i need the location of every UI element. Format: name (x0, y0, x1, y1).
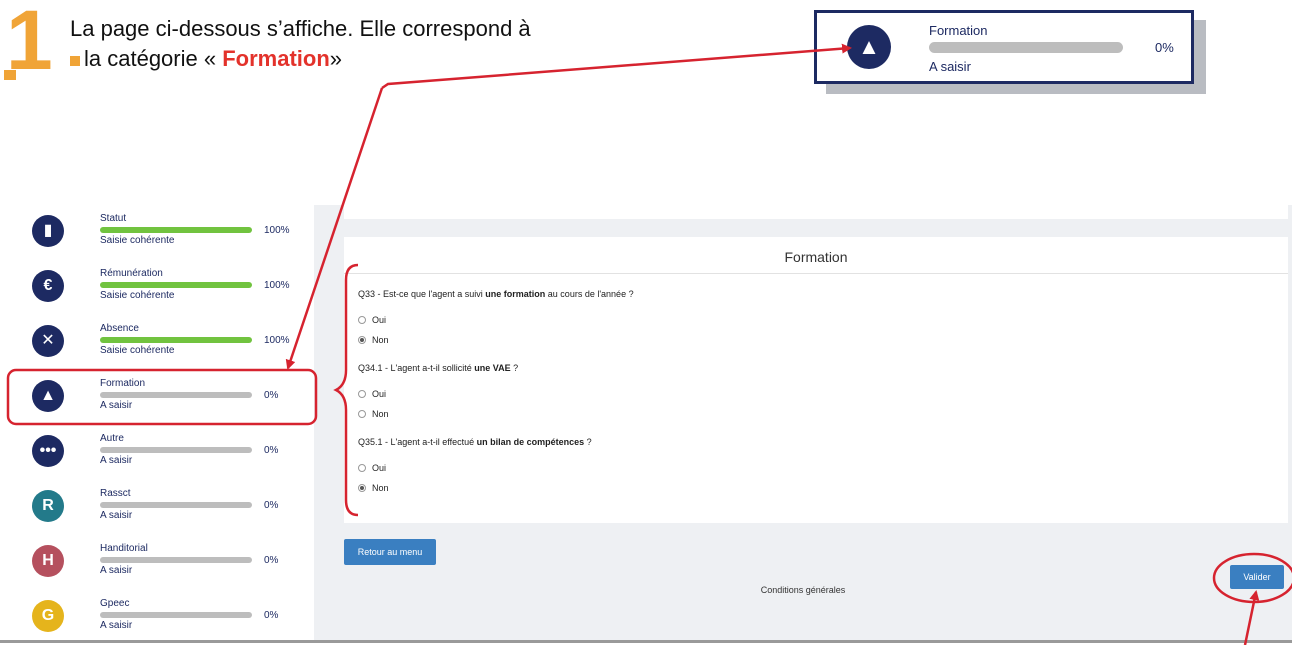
sidebar-item-label: Handitorial (100, 543, 148, 554)
terms-link[interactable]: Conditions générales (314, 585, 1292, 595)
sidebar-item-statut[interactable]: ▮ Statut Saisie cohérente 100% (0, 213, 314, 269)
radio-option-oui[interactable]: Oui (358, 315, 386, 325)
formation-callout: ▲ Formation 0% A saisir (814, 10, 1194, 84)
radio-option-oui[interactable]: Oui (358, 389, 386, 399)
sidebar-item-label: Rémunération (100, 268, 163, 279)
radio-button[interactable] (358, 484, 366, 492)
sidebar-item-status: A saisir (100, 510, 133, 521)
sidebar-item-handitorial[interactable]: H Handitorial A saisir 0% (0, 543, 314, 599)
callout-progress-bar (929, 42, 1123, 53)
sidebar-item-status: A saisir (100, 565, 133, 576)
graduation-cap-icon: ▲ (847, 25, 891, 69)
radio-option-non[interactable]: Non (358, 483, 389, 493)
sidebar-item-percent: 0% (264, 445, 279, 456)
sidebar-progress-bar (100, 612, 252, 618)
sidebar-item-status: A saisir (100, 455, 133, 466)
user-x-icon: ✕ (32, 325, 64, 357)
sidebar-item-gpeec[interactable]: G Gpeec A saisir 0% (0, 598, 314, 645)
form-title: Formation (784, 249, 848, 265)
sidebar-item-status: Saisie cohérente (100, 290, 175, 301)
radio-button[interactable] (358, 464, 366, 472)
radio-option-non[interactable]: Non (358, 409, 389, 419)
sidebar-item-percent: 100% (264, 335, 290, 346)
sidebar-item-label: Gpeec (100, 598, 130, 609)
sidebar-progress-bar (100, 227, 252, 233)
briefcase-icon: ▮ (32, 215, 64, 247)
radio-option-oui[interactable]: Oui (358, 463, 386, 473)
sidebar-item-rassct[interactable]: R Rassct A saisir 0% (0, 488, 314, 544)
sidebar-item-label: Absence (100, 323, 139, 334)
callout-title: Formation (929, 23, 988, 38)
sidebar-item-percent: 0% (264, 500, 279, 511)
category-highlight: Formation (222, 46, 330, 71)
step-number: 1 (6, 0, 53, 87)
form-card: Formation Q33 - Est-ce que l'agent a sui… (344, 237, 1288, 523)
sidebar-item-label: Rassct (100, 488, 131, 499)
sidebar-progress-fill (100, 227, 252, 233)
sidebar-item-percent: 0% (264, 610, 279, 621)
callout-percent: 0% (1155, 40, 1174, 55)
letter-h-icon: H (32, 545, 64, 577)
question-1: Q33 - Est-ce que l'agent a suivi une for… (358, 289, 634, 299)
radio-button[interactable] (358, 336, 366, 344)
sidebar-progress-bar (100, 282, 252, 288)
graduation-cap-icon: ▲ (32, 380, 64, 412)
sidebar-progress-bar (100, 392, 252, 398)
app-bottom-border (0, 640, 1292, 643)
ellipsis-icon: ••• (32, 435, 64, 467)
sidebar-progress-fill (100, 282, 252, 288)
instruction-line-2: la catégorie « Formation» (70, 44, 531, 74)
callout-status: A saisir (929, 59, 971, 74)
letter-g-icon: G (32, 600, 64, 632)
sidebar-item-formation[interactable]: ▲ Formation A saisir 0% (0, 378, 314, 434)
euro-icon: € (32, 270, 64, 302)
sidebar-item-percent: 0% (264, 555, 279, 566)
instruction-line-1: La page ci-dessous s’affiche. Elle corre… (70, 16, 531, 41)
letter-r-icon: R (32, 490, 64, 522)
question-2: Q34.1 - L'agent a-t-il sollicité une VAE… (358, 363, 519, 373)
title-divider (344, 273, 1288, 274)
sidebar-progress-bar (100, 502, 252, 508)
top-panel (344, 205, 1288, 219)
sidebar-item-status: Saisie cohérente (100, 345, 175, 356)
instruction-text: La page ci-dessous s’affiche. Elle corre… (70, 14, 531, 74)
sidebar-item-rmunration[interactable]: € Rémunération Saisie cohérente 100% (0, 268, 314, 324)
radio-option-non[interactable]: Non (358, 335, 389, 345)
sidebar-progress-bar (100, 447, 252, 453)
sidebar-item-autre[interactable]: ••• Autre A saisir 0% (0, 433, 314, 489)
sidebar-item-status: A saisir (100, 400, 133, 411)
bullet-square (70, 56, 80, 66)
sidebar-item-label: Formation (100, 378, 146, 389)
back-to-menu-button[interactable]: Retour au menu (344, 539, 436, 565)
sidebar-item-status: Saisie cohérente (100, 235, 175, 246)
radio-button[interactable] (358, 410, 366, 418)
step-number-accent (4, 70, 16, 80)
sidebar-item-percent: 0% (264, 390, 279, 401)
radio-button[interactable] (358, 390, 366, 398)
sidebar-item-status: A saisir (100, 620, 133, 631)
question-3: Q35.1 - L'agent a-t-il effectué un bilan… (358, 437, 592, 447)
sidebar-progress-fill (100, 337, 252, 343)
sidebar-progress-bar (100, 557, 252, 563)
category-sidebar: ▮ Statut Saisie cohérente 100% € Rémunération… (0, 205, 314, 640)
sidebar-progress-bar (100, 337, 252, 343)
sidebar-item-absence[interactable]: ✕ Absence Saisie cohérente 100% (0, 323, 314, 379)
radio-button[interactable] (358, 316, 366, 324)
main-content: Formation Q33 - Est-ce que l'agent a sui… (314, 205, 1292, 640)
sidebar-item-label: Autre (100, 433, 124, 444)
sidebar-item-percent: 100% (264, 225, 290, 236)
sidebar-item-label: Statut (100, 213, 127, 224)
sidebar-item-percent: 100% (264, 280, 290, 291)
